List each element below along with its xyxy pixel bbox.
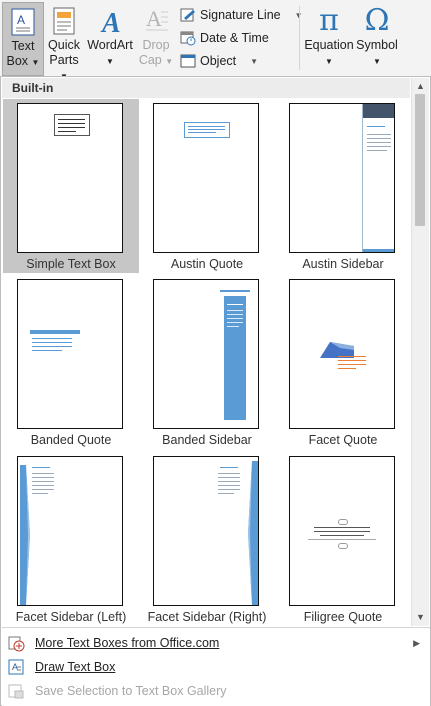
preview-sidebar	[362, 104, 394, 252]
text-box-label-1: Text	[11, 39, 35, 53]
chevron-right-icon: ▶	[413, 637, 420, 648]
gallery-item-filigree-quote[interactable]: Filigree Quote	[275, 452, 411, 626]
symbol-label: Symbol	[356, 38, 398, 52]
gallery-item-facet-sidebar-left[interactable]: Facet Sidebar (Left)	[3, 452, 139, 626]
chevron-down-icon: ▼	[165, 57, 174, 66]
chevron-down-icon: ▼	[373, 57, 381, 66]
signature-line-button[interactable]: Signature Line ▼	[180, 5, 303, 25]
chevron-down-icon: ▼	[325, 57, 333, 66]
drop-cap-button[interactable]: A Drop Cap ▼	[136, 2, 176, 74]
pi-icon: π	[319, 3, 339, 38]
gallery-item-label: Facet Sidebar (Left)	[15, 610, 127, 624]
preview-text-box	[54, 114, 90, 136]
template-preview	[289, 103, 395, 253]
gallery-item-label: Facet Sidebar (Right)	[147, 610, 267, 624]
object-icon	[180, 54, 196, 68]
quick-parts-icon	[53, 7, 75, 35]
ribbon-insert-text-group: A Text Box ▼ Quick Parts ▼ A WordArt ▼ A…	[0, 0, 431, 81]
wordart-label: WordArt	[87, 38, 133, 52]
date-time-label: Date & Time	[200, 31, 269, 45]
ribbon-separator	[299, 6, 300, 70]
chevron-down-icon: ▼	[250, 56, 259, 66]
omega-icon: Ω	[364, 3, 390, 38]
text-box-gallery: Built-in ▲ ▼ Simple Text Box Austin Quot…	[0, 76, 431, 706]
template-preview	[153, 456, 259, 606]
save-to-gallery-icon	[8, 684, 24, 699]
quick-parts-label-2: Parts	[49, 53, 79, 67]
object-button[interactable]: Object ▼	[180, 51, 258, 71]
more-text-boxes-label: More Text Boxes from Office.com	[35, 636, 220, 650]
template-preview	[153, 103, 259, 253]
svg-text:A: A	[17, 13, 25, 27]
template-preview	[17, 279, 123, 429]
template-preview	[17, 103, 123, 253]
drop-cap-icon: A	[146, 6, 168, 31]
filigree-ornament-icon	[338, 543, 348, 549]
gallery-menu: More Text Boxes from Office.com ▶ A Draw…	[2, 627, 430, 706]
save-selection-menu-item[interactable]: Save Selection to Text Box Gallery	[2, 679, 430, 703]
gallery-item-label: Austin Sidebar	[302, 257, 384, 271]
gallery-item-facet-quote[interactable]: Facet Quote	[275, 275, 411, 449]
text-box-label-2: Box	[6, 54, 29, 68]
signature-pen-icon	[180, 8, 195, 22]
object-label: Object	[200, 54, 237, 68]
drop-cap-label-2: Cap	[138, 53, 162, 67]
signature-line-label: Signature Line	[200, 8, 281, 22]
filigree-ornament-icon	[338, 519, 348, 525]
template-preview	[17, 456, 123, 606]
preview-quote-box	[184, 122, 230, 138]
drop-cap-label-1: Drop	[142, 38, 170, 52]
gallery-item-simple-text-box[interactable]: Simple Text Box	[3, 99, 139, 273]
facet-sidebar-shape-icon	[248, 461, 258, 605]
gallery-item-label: Filigree Quote	[303, 610, 383, 624]
section-header-built-in: Built-in	[2, 78, 410, 98]
scroll-up-icon[interactable]: ▲	[416, 81, 425, 91]
gallery-item-label: Banded Sidebar	[162, 433, 252, 447]
gallery-item-facet-sidebar-right[interactable]: Facet Sidebar (Right)	[139, 452, 275, 626]
chevron-down-icon: ▼	[31, 58, 40, 67]
gallery-item-label: Austin Quote	[170, 257, 244, 271]
more-text-boxes-menu-item[interactable]: More Text Boxes from Office.com ▶	[2, 631, 430, 655]
gallery-item-label: Facet Quote	[308, 433, 378, 447]
scroll-down-icon[interactable]: ▼	[416, 612, 425, 622]
equation-button[interactable]: π Equation ▼	[304, 2, 354, 74]
facet-sidebar-shape-icon	[20, 465, 30, 605]
gallery-item-label: Simple Text Box	[26, 257, 116, 271]
draw-text-box-menu-item[interactable]: A Draw Text Box	[2, 655, 430, 679]
date-time-button[interactable]: Date & Time	[180, 28, 269, 48]
wordart-button[interactable]: A WordArt ▼	[86, 2, 134, 74]
scrollbar-thumb[interactable]	[415, 94, 425, 226]
preview-sidebar	[224, 296, 246, 420]
gallery-scrollbar[interactable]: ▲ ▼	[411, 78, 429, 626]
svg-text:A: A	[146, 6, 162, 31]
gallery-item-label: Banded Quote	[30, 433, 112, 447]
equation-label: Equation	[304, 38, 354, 52]
gallery-item-banded-sidebar[interactable]: Banded Sidebar	[139, 275, 275, 449]
save-selection-label: Save Selection to Text Box Gallery	[35, 684, 227, 698]
wordart-icon: A	[100, 8, 121, 36]
template-preview	[153, 279, 259, 429]
chevron-down-icon: ▼	[106, 57, 114, 66]
draw-text-box-label: Draw Text Box	[35, 660, 116, 674]
gallery-item-austin-quote[interactable]: Austin Quote	[139, 99, 275, 273]
preview-band	[30, 330, 80, 334]
office-globe-icon	[8, 636, 25, 652]
symbol-button[interactable]: Ω Symbol ▼	[356, 2, 398, 74]
template-preview	[289, 456, 395, 606]
quick-parts-label-1: Quick	[48, 38, 80, 52]
draw-text-box-icon: A	[8, 659, 24, 675]
text-box-button[interactable]: A Text Box ▼	[2, 2, 44, 76]
gallery-item-austin-sidebar[interactable]: Austin Sidebar	[275, 99, 411, 273]
calendar-clock-icon	[180, 31, 196, 46]
gallery-item-banded-quote[interactable]: Banded Quote	[3, 275, 139, 449]
text-box-icon: A	[11, 8, 35, 36]
quick-parts-button[interactable]: Quick Parts ▼	[44, 2, 84, 81]
svg-text:A: A	[100, 8, 121, 36]
template-preview	[289, 279, 395, 429]
